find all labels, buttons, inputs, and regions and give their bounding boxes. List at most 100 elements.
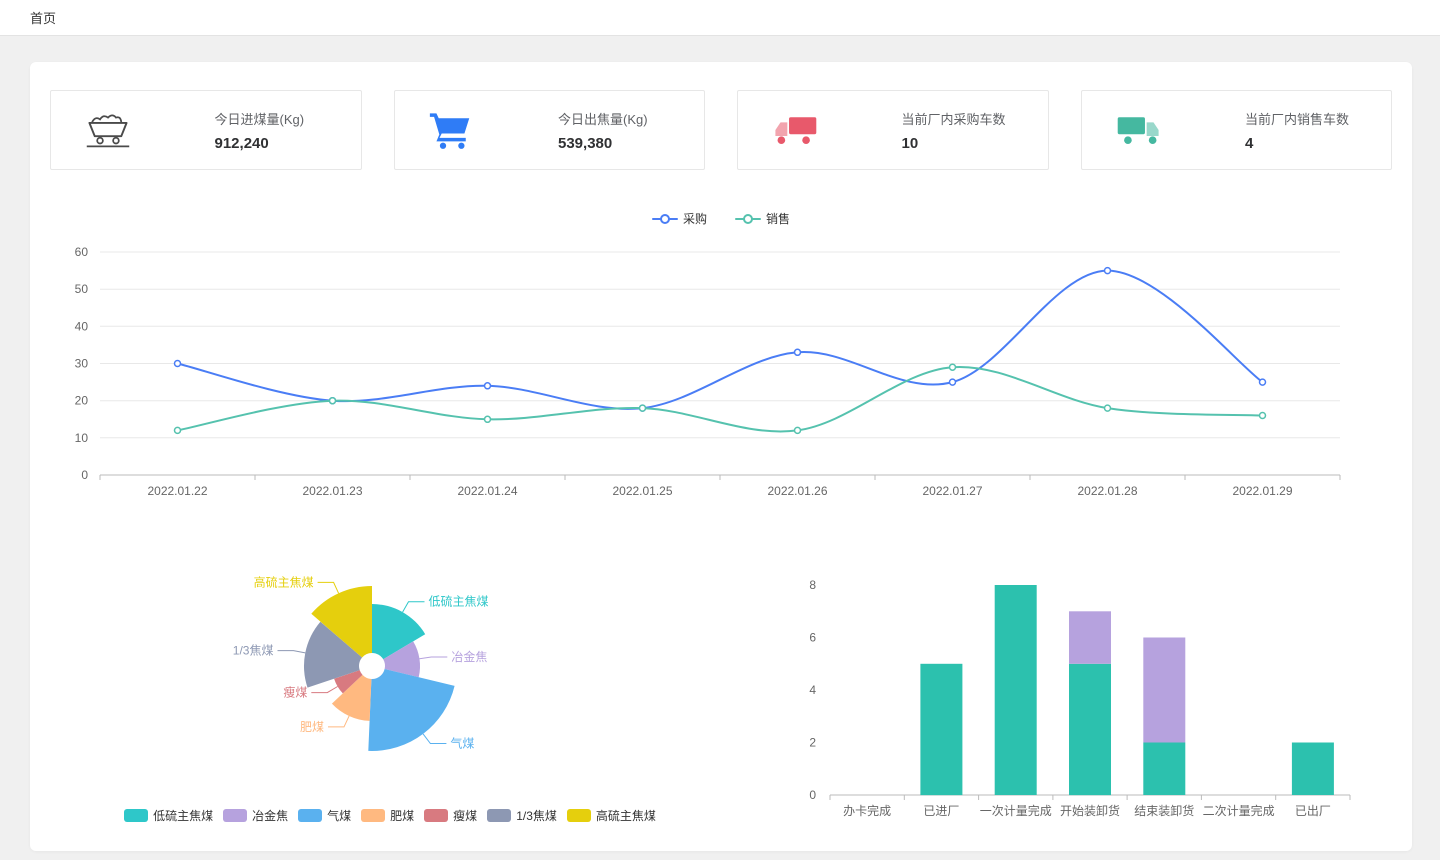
legend-swatch <box>487 809 511 822</box>
axis-label: 10 <box>75 431 89 445</box>
data-point[interactable] <box>1105 268 1111 274</box>
pie-chart-legend: 低硫主焦煤 冶金焦气煤 肥煤 瘦煤 1/3焦煤 高硫主焦煤 <box>50 807 730 824</box>
legend-swatch <box>223 809 247 822</box>
bar-segment[interactable] <box>1143 638 1185 743</box>
axis-label: 一次计量完成 <box>980 803 1052 818</box>
axis-label: 开始装卸货 <box>1060 803 1120 818</box>
axis-label: 30 <box>75 357 89 371</box>
pie-chart-canvas[interactable]: 低硫主焦煤冶金焦气煤肥煤瘦煤1/3焦煤高硫主焦煤 <box>50 560 730 792</box>
axis-label: 2022.01.22 <box>147 484 207 498</box>
legend-swatch <box>298 809 322 822</box>
axis-label: 2022.01.27 <box>922 484 982 498</box>
bar-segment[interactable] <box>995 585 1037 795</box>
dashboard-card: 今日进煤量(Kg) 912,240 今日出焦量(Kg) 539,380 <box>30 62 1412 851</box>
legend-swatch <box>124 809 148 822</box>
axis-label: 二次计量完成 <box>1203 803 1275 818</box>
axis-label: 40 <box>75 319 89 333</box>
stat-card-purchase-trucks: 当前厂内采购车数 10 <box>737 90 1049 170</box>
stat-value: 4 <box>1245 135 1357 152</box>
stats-row: 今日进煤量(Kg) 912,240 今日出焦量(Kg) 539,380 <box>50 90 1392 170</box>
legend-swatch <box>424 809 448 822</box>
axis-label: 2022.01.25 <box>612 484 672 498</box>
pie-legend-item[interactable]: 1/3焦煤 <box>487 807 557 824</box>
pie-legend-item[interactable]: 高硫主焦煤 <box>567 807 656 824</box>
bar-chart-canvas[interactable]: 02468办卡完成已进厂一次计量完成开始装卸货结束装卸货二次计量完成已出厂 <box>790 560 1380 828</box>
bar-segment[interactable] <box>920 664 962 795</box>
legend-label: 高硫主焦煤 <box>596 807 656 824</box>
data-point[interactable] <box>1105 405 1111 411</box>
stat-value: 539,380 <box>558 135 670 152</box>
stat-card-coke-out: 今日出焦量(Kg) 539,380 <box>394 90 706 170</box>
axis-label: 2022.01.28 <box>1077 484 1137 498</box>
axis-label: 60 <box>75 245 89 259</box>
pie-legend-item[interactable]: 瘦煤 <box>424 807 477 824</box>
legend-label: 肥煤 <box>390 807 414 824</box>
axis-label: 4 <box>809 683 816 697</box>
axis-label: 20 <box>75 394 89 408</box>
data-point[interactable] <box>640 405 646 411</box>
data-point[interactable] <box>795 427 801 433</box>
legend-item-sale[interactable]: 销售 <box>735 210 790 227</box>
axis-label: 2022.01.23 <box>302 484 362 498</box>
pie-slice[interactable] <box>368 669 454 751</box>
legend-label: 1/3焦煤 <box>516 807 557 824</box>
data-point[interactable] <box>1260 413 1266 419</box>
data-point[interactable] <box>1260 379 1266 385</box>
pie-legend-item[interactable]: 低硫主焦煤 <box>124 807 213 824</box>
line-chart-canvas[interactable]: 01020304050602022.01.222022.01.232022.01… <box>30 230 1412 520</box>
pie-slice-label: 1/3焦煤 <box>233 644 274 658</box>
pie-chart[interactable]: 低硫主焦煤冶金焦气煤肥煤瘦煤1/3焦煤高硫主焦煤 低硫主焦煤冶金焦气煤肥煤瘦煤1… <box>50 560 730 824</box>
data-point[interactable] <box>330 398 336 404</box>
bar-segment[interactable] <box>1143 743 1185 796</box>
pie-label-leader <box>318 582 339 593</box>
line-series[interactable] <box>178 271 1263 409</box>
pie-legend-item[interactable]: 冶金焦 <box>223 807 288 824</box>
axis-label: 8 <box>809 578 816 592</box>
pie-slice-label: 高硫主焦煤 <box>254 574 314 589</box>
axis-label: 2022.01.26 <box>767 484 827 498</box>
line-marker-icon <box>735 214 761 224</box>
topbar: 首页 <box>0 0 1440 36</box>
data-point[interactable] <box>485 416 491 422</box>
legend-label: 瘦煤 <box>453 807 477 824</box>
stat-label: 当前厂内销售车数 <box>1245 109 1357 128</box>
bar-segment[interactable] <box>1069 664 1111 795</box>
stat-value: 10 <box>902 135 1014 152</box>
stat-label: 今日出焦量(Kg) <box>558 109 670 128</box>
stat-value: 912,240 <box>215 135 327 152</box>
legend-label: 销售 <box>766 210 790 227</box>
bar-segment[interactable] <box>1292 743 1334 796</box>
axis-label: 已出厂 <box>1295 804 1331 818</box>
axis-label: 2022.01.24 <box>457 484 517 498</box>
axis-label: 已进厂 <box>923 804 959 818</box>
data-point[interactable] <box>175 427 181 433</box>
data-point[interactable] <box>795 349 801 355</box>
pie-label-leader <box>278 651 306 653</box>
legend-item-purchase[interactable]: 采购 <box>652 210 707 227</box>
data-point[interactable] <box>950 379 956 385</box>
breadcrumb-item-home[interactable]: 首页 <box>30 8 56 27</box>
data-point[interactable] <box>175 361 181 367</box>
mine-cart-icon <box>85 111 131 149</box>
legend-label: 采购 <box>683 210 707 227</box>
pie-slice-label: 肥煤 <box>300 720 324 734</box>
pie-legend-item[interactable]: 肥煤 <box>361 807 414 824</box>
pie-legend-item[interactable]: 气煤 <box>298 807 351 824</box>
legend-swatch <box>361 809 385 822</box>
data-point[interactable] <box>485 383 491 389</box>
line-chart-legend: 采购 销售 <box>30 210 1412 227</box>
truck-sale-icon <box>1116 113 1162 147</box>
legend-label: 冶金焦 <box>252 807 288 824</box>
line-series[interactable] <box>178 367 1263 432</box>
legend-swatch <box>567 809 591 822</box>
bar-segment[interactable] <box>1069 611 1111 664</box>
pie-slice-label: 冶金焦 <box>451 649 487 664</box>
axis-label: 2 <box>809 736 816 750</box>
pie-slice-label: 气煤 <box>450 735 474 750</box>
bar-chart[interactable]: 02468办卡完成已进厂一次计量完成开始装卸货结束装卸货二次计量完成已出厂 <box>790 560 1380 833</box>
data-point[interactable] <box>950 364 956 370</box>
pie-slice-label: 低硫主焦煤 <box>429 594 489 609</box>
stat-label: 当前厂内采购车数 <box>902 109 1014 128</box>
axis-label: 办卡完成 <box>843 803 891 818</box>
line-chart[interactable]: 01020304050602022.01.222022.01.232022.01… <box>30 230 1412 525</box>
